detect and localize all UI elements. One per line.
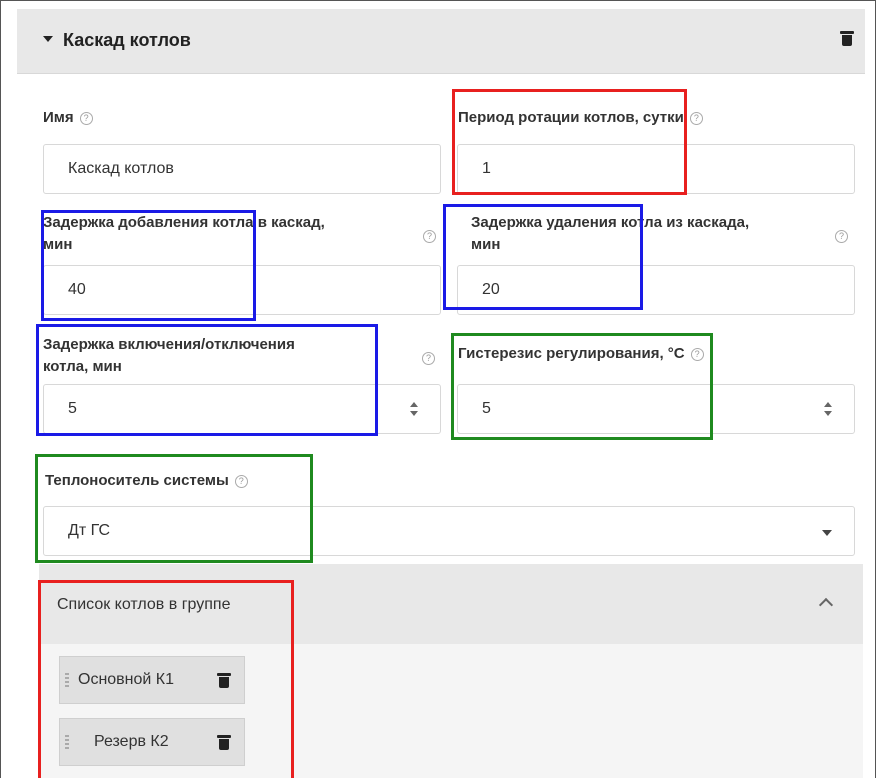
dropdown-caret-icon[interactable] xyxy=(822,530,832,536)
help-icon[interactable]: ? xyxy=(79,111,93,125)
boiler-list-panel: Список котлов в группе Основной К1 Резер… xyxy=(39,564,863,778)
rotation-period-input[interactable]: 1 xyxy=(457,144,855,194)
boiler-list-title: Список котлов в группе xyxy=(57,596,231,613)
boiler-name: Резерв К2 xyxy=(94,733,169,750)
name-input-value: Каскад котлов xyxy=(68,160,174,177)
help-icon[interactable]: ? xyxy=(422,352,435,365)
rotation-period-value: 1 xyxy=(482,160,491,177)
coolant-label: Теплоноситель системы? xyxy=(45,470,248,492)
collapse-caret-icon[interactable] xyxy=(43,36,53,42)
delete-boiler-trash-icon[interactable] xyxy=(217,735,231,750)
add-delay-input[interactable]: 40 xyxy=(43,265,441,315)
add-delay-label: Задержка добавления котла в каскад, мин xyxy=(43,212,413,256)
remove-delay-label-line2: мин xyxy=(471,236,501,253)
add-delay-label-line2: мин xyxy=(43,236,73,253)
list-item[interactable]: Основной К1 xyxy=(59,656,245,704)
delete-boiler-trash-icon[interactable] xyxy=(217,673,231,688)
panel-header[interactable]: Каскад котлов xyxy=(17,9,865,74)
hysteresis-label: Гистерезис регулирования, °C? xyxy=(458,343,704,365)
cascade-settings-panel: Каскад котлов Имя? Каскад котлов Период … xyxy=(0,0,876,778)
help-icon[interactable]: ? xyxy=(234,474,248,488)
help-icon[interactable]: ? xyxy=(423,230,436,243)
add-delay-label-line1: Задержка добавления котла в каскад, xyxy=(43,214,325,231)
help-icon[interactable]: ? xyxy=(689,111,703,125)
remove-delay-input[interactable]: 20 xyxy=(457,265,855,315)
switch-delay-value: 5 xyxy=(68,400,77,417)
hysteresis-label-text: Гистерезис регулирования, °C xyxy=(458,345,685,362)
rotation-period-label: Период ротации котлов, сутки? xyxy=(458,107,703,129)
name-input[interactable]: Каскад котлов xyxy=(43,144,441,194)
coolant-select[interactable]: Дт ГС xyxy=(43,506,855,556)
switch-delay-label: Задержка включения/отключения котла, мин xyxy=(43,334,403,378)
boiler-list-header[interactable]: Список котлов в группе xyxy=(39,564,863,644)
delete-cascade-trash-icon[interactable] xyxy=(840,31,854,46)
number-spinner-icon[interactable] xyxy=(824,402,832,416)
name-label-text: Имя xyxy=(43,109,74,126)
list-item[interactable]: Резерв К2 xyxy=(59,718,245,766)
boiler-name: Основной К1 xyxy=(78,671,175,688)
switch-delay-label-line2: котла, мин xyxy=(43,358,122,375)
hysteresis-value: 5 xyxy=(482,400,491,417)
drag-handle-icon[interactable] xyxy=(65,673,69,689)
help-icon[interactable]: ? xyxy=(835,230,848,243)
switch-delay-input[interactable]: 5 xyxy=(43,384,441,434)
remove-delay-value: 20 xyxy=(482,281,500,298)
rotation-period-label-text: Период ротации котлов, сутки xyxy=(458,109,684,126)
panel-title: Каскад котлов xyxy=(63,30,191,50)
hysteresis-input[interactable]: 5 xyxy=(457,384,855,434)
number-spinner-icon[interactable] xyxy=(410,402,418,416)
help-icon[interactable]: ? xyxy=(690,347,704,361)
coolant-value: Дт ГС xyxy=(68,522,111,539)
coolant-label-text: Теплоноситель системы xyxy=(45,472,229,489)
name-label: Имя? xyxy=(43,107,93,129)
add-delay-value: 40 xyxy=(68,281,86,298)
remove-delay-label: Задержка удаления котла из каскада, мин xyxy=(471,212,821,256)
drag-handle-icon[interactable] xyxy=(65,735,69,751)
switch-delay-label-line1: Задержка включения/отключения xyxy=(43,336,295,353)
remove-delay-label-line1: Задержка удаления котла из каскада, xyxy=(471,214,750,231)
chevron-up-icon[interactable] xyxy=(818,597,834,613)
